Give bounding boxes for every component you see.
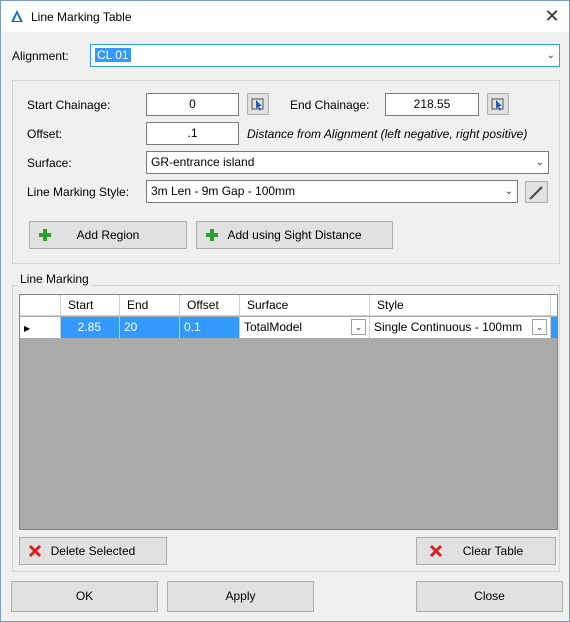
clear-table-label: Clear Table — [462, 544, 524, 558]
surface-select[interactable]: GR-entrance island ⌄ — [146, 151, 549, 174]
cell-style-value: Single Continuous - 100mm — [374, 320, 523, 334]
chevron-down-icon[interactable]: ⌄ — [532, 319, 547, 335]
start-chainage-pick-button[interactable] — [247, 93, 269, 115]
start-chainage-label: Start Chainage: — [27, 98, 111, 112]
chevron-down-icon: ⌄ — [504, 186, 513, 197]
line-marking-grid[interactable]: Start End Offset Surface Style ▶ 2.85 20… — [19, 294, 558, 530]
plus-icon — [206, 229, 218, 241]
window-title: Line Marking Table — [31, 10, 132, 24]
pick-cursor-icon — [251, 98, 264, 111]
grid-header: Start End Offset Surface Style — [20, 295, 557, 316]
apply-button[interactable]: Apply — [167, 581, 314, 612]
end-chainage-label: End Chainage: — [290, 98, 370, 112]
delete-selected-label: Delete Selected — [50, 544, 136, 558]
title-bar: Line Marking Table ✕ — [1, 1, 569, 32]
edit-style-button[interactable] — [525, 181, 548, 203]
row-pointer-icon: ▶ — [24, 324, 31, 333]
pencil-icon — [529, 186, 543, 200]
column-header-start[interactable]: Start — [61, 295, 120, 316]
cell-overflow — [551, 317, 557, 338]
cell-surface[interactable]: TotalModel ⌄ — [240, 317, 370, 338]
row-selector[interactable]: ▶ — [20, 317, 61, 338]
app-logo-icon — [11, 10, 23, 22]
cell-surface-value: TotalModel — [244, 320, 303, 334]
column-header-surface[interactable]: Surface — [240, 295, 370, 316]
column-header-style[interactable]: Style — [370, 295, 551, 316]
surface-label: Surface: — [27, 156, 72, 170]
chevron-down-icon: ⌄ — [546, 50, 555, 61]
column-header-offset[interactable]: Offset — [180, 295, 240, 316]
dialog-window: Line Marking Table ✕ Alignment: CL 01 ⌄ … — [0, 0, 570, 622]
alignment-value: CL 01 — [95, 48, 131, 62]
plus-icon — [39, 229, 51, 241]
end-chainage-pick-button[interactable] — [487, 93, 509, 115]
column-header-end[interactable]: End — [120, 295, 180, 316]
start-chainage-input[interactable]: 0 — [146, 93, 239, 116]
row-header-corner — [20, 295, 61, 316]
delete-x-icon — [28, 544, 42, 558]
window-close-button[interactable]: ✕ — [535, 1, 569, 32]
offset-label: Offset: — [27, 127, 63, 141]
add-region-label: Add Region — [76, 228, 140, 242]
cell-start[interactable]: 2.85 — [61, 317, 120, 338]
close-button[interactable]: Close — [416, 581, 563, 612]
clear-table-button[interactable]: Clear Table — [416, 537, 556, 565]
line-marking-style-label: Line Marking Style: — [27, 185, 130, 199]
add-sight-distance-label: Add using Sight Distance — [227, 228, 362, 242]
chevron-down-icon[interactable]: ⌄ — [351, 319, 366, 335]
surface-value: GR-entrance island — [151, 155, 255, 169]
offset-input[interactable]: .1 — [146, 122, 239, 145]
alignment-label: Alignment: — [12, 49, 69, 63]
cell-style[interactable]: Single Continuous - 100mm ⌄ — [370, 317, 551, 338]
offset-hint: Distance from Alignment (left negative, … — [247, 127, 528, 141]
delete-selected-button[interactable]: Delete Selected — [19, 537, 167, 565]
delete-x-icon — [429, 544, 443, 558]
alignment-select[interactable]: CL 01 ⌄ — [90, 44, 560, 67]
table-row[interactable]: ▶ 2.85 20 0.1 TotalModel ⌄ Single Contin… — [20, 317, 557, 338]
line-marking-group-label: Line Marking — [18, 272, 91, 286]
end-chainage-input[interactable]: 218.55 — [385, 93, 479, 116]
line-marking-style-value: 3m Len - 9m Gap - 100mm — [151, 184, 296, 198]
ok-button[interactable]: OK — [11, 581, 158, 612]
add-region-button[interactable]: Add Region — [29, 221, 187, 249]
cell-end[interactable]: 20 — [120, 317, 180, 338]
add-sight-distance-button[interactable]: Add using Sight Distance — [196, 221, 393, 249]
cell-offset[interactable]: 0.1 — [180, 317, 240, 338]
pick-cursor-icon — [491, 98, 504, 111]
chevron-down-icon: ⌄ — [535, 157, 544, 168]
line-marking-style-select[interactable]: 3m Len - 9m Gap - 100mm ⌄ — [146, 180, 518, 203]
